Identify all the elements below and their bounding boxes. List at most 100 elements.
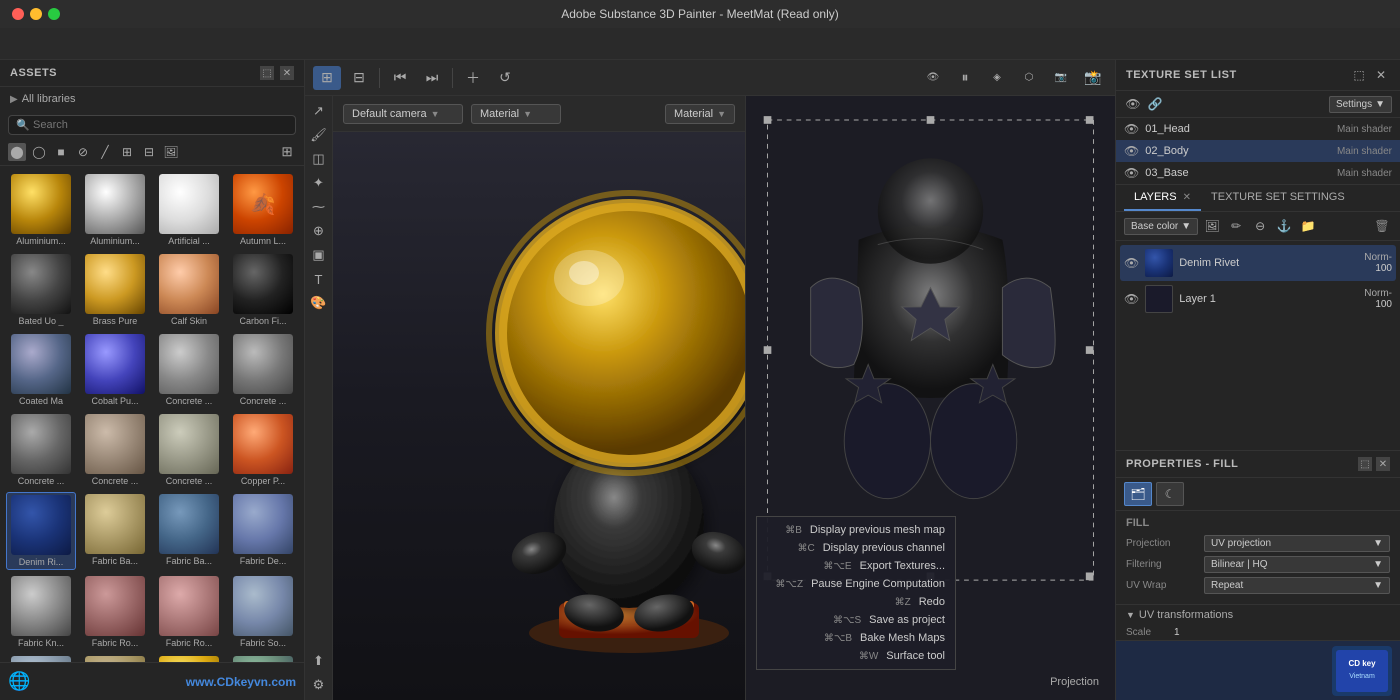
list-item[interactable]: Fabric De... (228, 492, 298, 570)
projection-dropdown[interactable]: UV projection ▼ (1204, 535, 1390, 552)
ts-settings-btn[interactable]: Settings ▼ (1329, 96, 1392, 113)
list-item[interactable]: Gouache ... (228, 654, 298, 662)
tool-pointer[interactable]: ↗ (308, 100, 330, 122)
filtering-dropdown[interactable]: Bilinear | HQ ▼ (1204, 556, 1390, 573)
add-layer-btn[interactable]: 🖼 (1202, 216, 1222, 236)
texture-set-item-body[interactable]: 👁 02_Body Main shader (1116, 140, 1400, 162)
list-item[interactable]: Concrete ... (6, 412, 76, 488)
layer-item-1[interactable]: 👁 Layer 1 Norm- 100 (1120, 281, 1396, 317)
viewport-right-mode-select[interactable]: Material ▼ (665, 104, 735, 124)
filter-sphere-btn[interactable]: ⬤ (8, 143, 26, 161)
search-input[interactable] (8, 115, 296, 135)
add-btn[interactable]: ＋ (459, 66, 487, 90)
screenshot-btn[interactable]: 📸 (1079, 66, 1107, 90)
tool-text[interactable]: T (308, 268, 330, 290)
list-item[interactable]: Gold Pure (154, 654, 224, 662)
ctx-item-surface[interactable]: ⌘W Surface tool (757, 647, 955, 665)
tool-fill[interactable]: ▣ (308, 244, 330, 266)
texture-btn[interactable]: ⬡ (1015, 66, 1043, 90)
list-item[interactable]: Cobalt Pu... (80, 332, 150, 408)
anchor-layer-btn[interactable]: ⚓ (1274, 216, 1294, 236)
ts-link-btn[interactable]: 🔗 (1146, 95, 1164, 113)
tool-import[interactable]: ⬆ (308, 650, 330, 672)
texture-set-expand-btn[interactable]: ⬚ (1350, 66, 1368, 84)
list-item[interactable]: Footprints (80, 654, 150, 662)
tab-layers[interactable]: LAYERS ✕ (1124, 185, 1201, 211)
list-item[interactable]: Aluminium... (6, 172, 76, 248)
uv-transforms-toggle[interactable]: ▼ UV transformations (1116, 604, 1400, 625)
minimize-button[interactable] (30, 8, 42, 20)
list-item[interactable]: Fabric So... (228, 574, 298, 650)
list-item[interactable]: Concrete ... (228, 332, 298, 408)
texture-set-close-btn[interactable]: ✕ (1372, 66, 1390, 84)
properties-expand-btn[interactable]: ⬚ (1358, 457, 1372, 471)
list-item[interactable]: Copper P... (228, 412, 298, 488)
tool-color[interactable]: 🎨 (308, 292, 330, 314)
list-item[interactable]: Concrete ... (154, 332, 224, 408)
texture-set-item-base[interactable]: 👁 03_Base Main shader (1116, 162, 1400, 184)
list-item[interactable]: Denim Ri... (6, 492, 76, 570)
list-item[interactable]: Fabric Kn... (6, 574, 76, 650)
list-item[interactable]: Concrete ... (80, 412, 150, 488)
tab-texture-set-settings[interactable]: TEXTURE SET SETTINGS (1201, 185, 1355, 211)
tool-eraser[interactable]: ◫ (308, 148, 330, 170)
uv-viewport[interactable]: ⌘B Display previous mesh map ⌘C Display … (745, 96, 1115, 700)
assets-minimize-btn[interactable]: ⬚ (260, 66, 274, 80)
list-item[interactable]: Calf Skin (154, 252, 224, 328)
tab-close-icon[interactable]: ✕ (1183, 192, 1191, 203)
folder-layer-btn[interactable]: 📁 (1298, 216, 1318, 236)
filter-texture-btn[interactable]: ⊟ (140, 143, 158, 161)
list-item[interactable]: Fabric Su... (6, 654, 76, 662)
camera-select[interactable]: Default camera ▼ (343, 104, 463, 124)
list-item[interactable]: Fabric Ba... (154, 492, 224, 570)
next-btn[interactable]: ⏭ (418, 66, 446, 90)
edit-layer-btn[interactable]: ✏ (1226, 216, 1246, 236)
mask-layer-btn[interactable]: ⊖ (1250, 216, 1270, 236)
uvwrap-dropdown[interactable]: Repeat ▼ (1204, 577, 1390, 594)
list-item[interactable]: 🍂 Autumn L... (228, 172, 298, 248)
tool-settings[interactable]: ⚙ (308, 674, 330, 696)
filter-grid-btn[interactable]: ⊞ (118, 143, 136, 161)
list-item[interactable]: Fabric Ro... (154, 574, 224, 650)
texture-set-item-head[interactable]: 👁 01_Head Main shader (1116, 118, 1400, 140)
camera-icon-btn[interactable]: 👁 (919, 66, 947, 90)
ctx-item-export[interactable]: ⌘⌥E Export Textures... (757, 557, 955, 575)
ctx-item-save[interactable]: ⌘⌥S Save as project (757, 611, 955, 629)
grid-view-toolbar-btn[interactable]: ⊞ (313, 66, 341, 90)
prop-tab-layers-btn[interactable]: 🗂 (1124, 482, 1152, 506)
list-item[interactable]: Concrete ... (154, 412, 224, 488)
prop-tab-settings-btn[interactable]: ☾ (1156, 482, 1184, 506)
list-item[interactable]: Carbon Fi... (228, 252, 298, 328)
layout-btn[interactable]: ⊟ (345, 66, 373, 90)
tool-smudge[interactable]: ⁓ (308, 196, 330, 218)
list-item[interactable]: Coated Ma (6, 332, 76, 408)
ts-eye-btn[interactable]: 👁 (1124, 95, 1142, 113)
list-item[interactable]: Fabric Ro... (80, 574, 150, 650)
filter-circle-btn[interactable]: ◯ (30, 143, 48, 161)
all-libraries-item[interactable]: ▶ All libraries (0, 87, 304, 111)
assets-close-btn[interactable]: ✕ (280, 66, 294, 80)
ctx-item-display-channel[interactable]: ⌘C Display previous channel (757, 539, 955, 557)
pause-btn[interactable]: ⏸ (951, 66, 979, 90)
prev-btn[interactable]: ⏮ (386, 66, 414, 90)
tool-stamp[interactable]: ✦ (308, 172, 330, 194)
ctx-item-redo[interactable]: ⌘Z Redo (757, 593, 955, 611)
list-item[interactable]: Aluminium... (80, 172, 150, 248)
list-item[interactable]: Bated Uo _ (6, 252, 76, 328)
mesh-btn[interactable]: ◈ (983, 66, 1011, 90)
maximize-button[interactable] (48, 8, 60, 20)
tool-clone[interactable]: ⊕ (308, 220, 330, 242)
tool-brush[interactable]: 🖌 (308, 124, 330, 146)
list-item[interactable]: Brass Pure (80, 252, 150, 328)
delete-layer-btn[interactable]: 🗑 (1372, 216, 1392, 236)
filter-alpha-btn[interactable]: ⊘ (74, 143, 92, 161)
video-btn[interactable]: 📷 (1047, 66, 1075, 90)
grid-view-btn[interactable]: ⊞ (278, 143, 296, 161)
properties-close-btn[interactable]: ✕ (1376, 457, 1390, 471)
filter-image-btn[interactable]: 🖼 (162, 143, 180, 161)
rotate-btn[interactable]: ↺ (491, 66, 519, 90)
ctx-item-pause[interactable]: ⌘⌥Z Pause Engine Computation (757, 575, 955, 593)
list-item[interactable]: Fabric Ba... (80, 492, 150, 570)
filter-square-btn[interactable]: ■ (52, 143, 70, 161)
close-button[interactable] (12, 8, 24, 20)
